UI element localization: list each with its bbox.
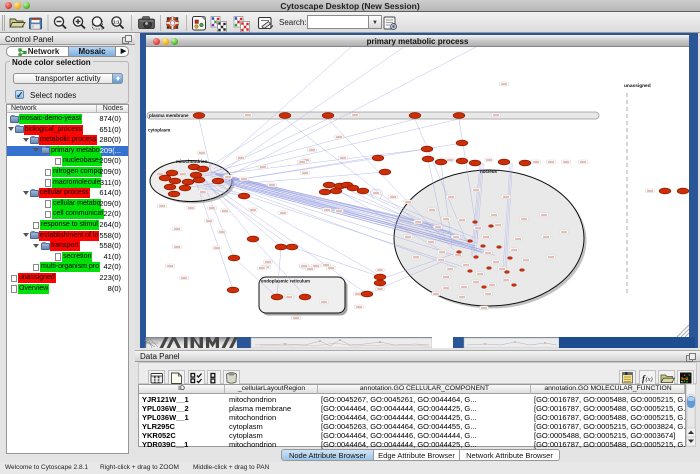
svg-text:(x): (x) xyxy=(646,376,653,383)
svg-text:endoplasmic reticulum: endoplasmic reticulum xyxy=(261,279,310,284)
svg-text:unassigned: unassigned xyxy=(624,83,651,89)
svg-text:nucleus: nucleus xyxy=(480,169,498,174)
svg-text:cytoplasm: cytoplasm xyxy=(148,128,170,133)
svg-text:mitochondrion: mitochondrion xyxy=(176,159,208,164)
svg-text:1:1: 1:1 xyxy=(113,20,120,25)
svg-text:plasma membrane: plasma membrane xyxy=(149,113,189,118)
